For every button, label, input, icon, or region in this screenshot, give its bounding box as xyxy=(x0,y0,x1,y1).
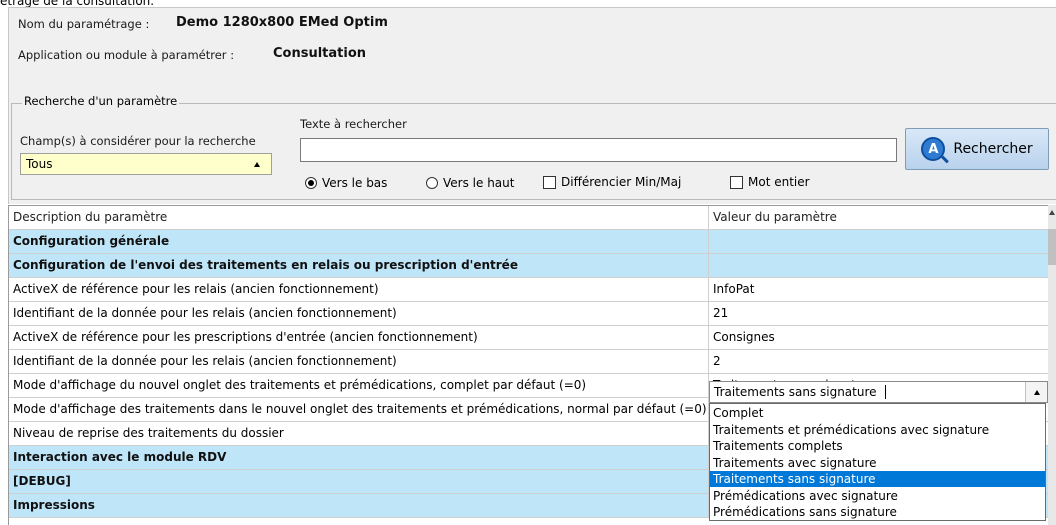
dropdown-option[interactable]: Complet xyxy=(710,405,1045,421)
col-description-header[interactable]: Description du paramètre xyxy=(9,206,709,230)
radio-up-label: Vers le haut xyxy=(443,176,515,190)
text-cursor xyxy=(885,385,886,399)
parameter-value[interactable] xyxy=(709,230,1049,254)
parameter-description[interactable]: Mode d'affichage des traitements dans le… xyxy=(9,398,709,422)
module-value: Consultation xyxy=(273,46,367,61)
dropdown-button[interactable] xyxy=(1025,382,1047,402)
value-editor-combo[interactable]: Traitements sans signature xyxy=(709,381,1048,403)
radio-down[interactable]: Vers le bas xyxy=(305,176,387,190)
whole-word-checkbox[interactable]: Mot entier xyxy=(730,175,810,189)
parameter-description[interactable]: ActiveX de référence pour les prescripti… xyxy=(9,326,709,350)
grid-header: Description du paramètre Valeur du param… xyxy=(9,206,1049,230)
dropdown-arrow-icon xyxy=(1033,389,1040,395)
radio-down-indicator xyxy=(305,177,317,189)
search-legend: Recherche d'un paramètre xyxy=(22,94,180,108)
dropdown-option[interactable]: Prémédications avec signature xyxy=(710,488,1045,504)
radio-up[interactable]: Vers le haut xyxy=(426,176,514,190)
case-sensitive-label: Différencier Min/Maj xyxy=(561,175,682,189)
scroll-up-icon[interactable] xyxy=(1049,210,1055,215)
col-value-header[interactable]: Valeur du paramètre xyxy=(709,206,1049,230)
parameter-description[interactable]: Identifiant de la donnée pour les relais… xyxy=(9,302,709,326)
scroll-thumb[interactable] xyxy=(1048,229,1056,265)
grid-scrollbar[interactable] xyxy=(1048,205,1056,525)
parameter-description[interactable]: Interaction avec le module RDV xyxy=(9,446,709,470)
value-editor-text: Traitements sans signature xyxy=(714,385,877,399)
parameter-row[interactable]: Identifiant de la donnée pour les relais… xyxy=(9,350,1049,374)
combo-arrow-icon xyxy=(254,162,260,167)
parameter-description[interactable]: [DEBUG] xyxy=(9,470,709,494)
dropdown-option[interactable]: Prémédications sans signature xyxy=(710,504,1045,520)
dropdown-option[interactable]: Traitements complets xyxy=(710,438,1045,454)
parameter-value[interactable]: 2 xyxy=(709,350,1049,374)
config-name-value: Demo 1280x800 EMed Optim xyxy=(176,15,388,30)
parameter-row[interactable]: ActiveX de référence pour les relais (an… xyxy=(9,278,1049,302)
parameter-description[interactable]: Impressions xyxy=(9,494,709,518)
parameter-value[interactable]: InfoPat xyxy=(709,278,1049,302)
section-row[interactable]: Configuration générale xyxy=(9,230,1049,254)
whole-word-box xyxy=(730,175,743,189)
search-fields-value: Tous xyxy=(26,157,53,171)
whole-word-label: Mot entier xyxy=(748,175,810,189)
module-label: Application ou module à paramétrer : xyxy=(18,48,235,62)
parameter-description[interactable]: Identifiant de la donnée pour les relais… xyxy=(9,350,709,374)
parameter-description[interactable]: Configuration générale xyxy=(9,230,709,254)
search-text-input[interactable] xyxy=(300,138,897,162)
case-sensitive-checkbox[interactable]: Différencier Min/Maj xyxy=(543,175,681,189)
value-dropdown-list: Complet Traitements et prémédications ave… xyxy=(709,403,1046,521)
parameter-row[interactable]: Identifiant de la donnée pour les relais… xyxy=(9,302,1049,326)
dropdown-option[interactable]: Traitements sans signature xyxy=(710,471,1045,487)
app-window: étrage de la consultation. Nom du paramé… xyxy=(0,0,1056,525)
parameter-row[interactable]: ActiveX de référence pour les prescripti… xyxy=(9,326,1049,350)
search-fields-label: Champ(s) à considérer pour la recherche xyxy=(20,134,256,148)
dropdown-option[interactable]: Traitements et prémédications avec signa… xyxy=(710,422,1045,438)
search-text-label: Texte à rechercher xyxy=(300,117,407,131)
parameter-description[interactable]: Niveau de reprise des traitements du dos… xyxy=(9,422,709,446)
parameter-value[interactable]: 21 xyxy=(709,302,1049,326)
radio-up-indicator xyxy=(426,177,438,189)
parameter-description[interactable]: Configuration de l'envoi des traitements… xyxy=(9,254,709,278)
dropdown-option[interactable]: Traitements avec signature xyxy=(710,455,1045,471)
search-button-label: Rechercher xyxy=(953,141,1033,157)
parameter-value[interactable]: Consignes xyxy=(709,326,1049,350)
radio-down-label: Vers le bas xyxy=(322,176,388,190)
config-name-label: Nom du paramétrage : xyxy=(18,17,150,31)
parameter-value[interactable] xyxy=(709,254,1049,278)
search-button[interactable]: A Rechercher xyxy=(905,128,1049,170)
search-fields-combo[interactable]: Tous xyxy=(20,153,272,175)
parameter-description[interactable]: ActiveX de référence pour les relais (an… xyxy=(9,278,709,302)
section-row[interactable]: Configuration de l'envoi des traitements… xyxy=(9,254,1049,278)
search-icon: A xyxy=(921,137,946,161)
case-sensitive-box xyxy=(543,175,556,189)
parameter-description[interactable]: Mode d'affichage du nouvel onglet des tr… xyxy=(9,374,709,398)
